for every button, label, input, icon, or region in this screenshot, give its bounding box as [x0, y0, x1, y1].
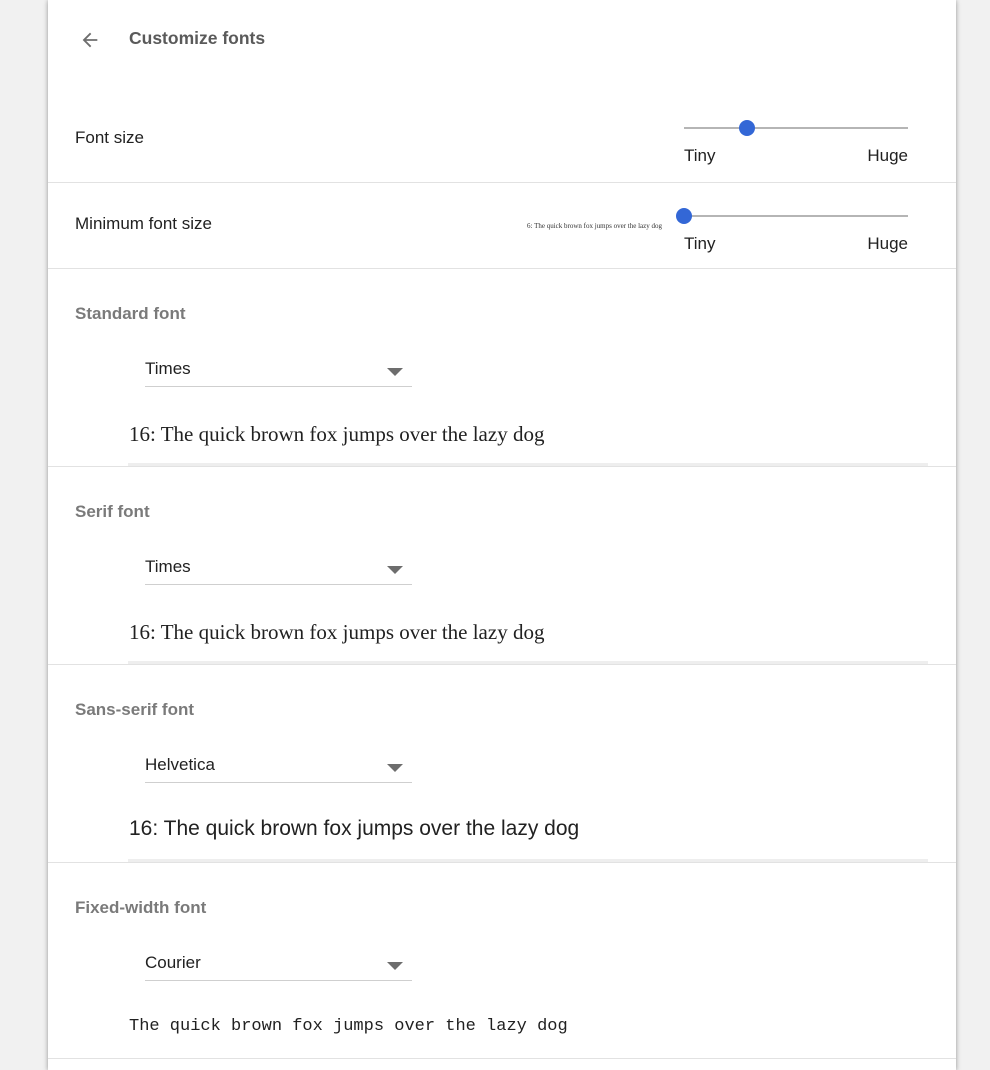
dropdown-arrow-icon [387, 566, 403, 574]
font-size-label: Font size [75, 128, 144, 147]
slider-track [684, 127, 908, 129]
settings-card: Customize fonts Font size Tiny Huge Mini… [48, 0, 956, 1070]
sans-serif-font-select[interactable]: Helvetica [145, 750, 412, 783]
divider [48, 268, 956, 269]
divider [48, 664, 956, 665]
standard-font-title: Standard font [75, 304, 186, 323]
fixed-width-font-title: Fixed-width font [75, 898, 207, 917]
font-size-slider[interactable] [684, 116, 908, 140]
divider [48, 466, 956, 467]
slider-track [684, 215, 908, 217]
serif-font-select[interactable]: Times [145, 552, 412, 585]
back-button[interactable] [72, 22, 108, 58]
select-value: Courier [145, 953, 201, 972]
divider [48, 1058, 956, 1059]
dropdown-arrow-icon [387, 962, 403, 970]
font-size-min-label: Tiny [684, 146, 716, 165]
serif-font-preview: 16: The quick brown fox jumps over the l… [129, 620, 545, 644]
font-size-max-label: Huge [867, 146, 908, 165]
sans-serif-font-preview: 16: The quick brown fox jumps over the l… [129, 817, 580, 840]
divider [48, 182, 956, 183]
page-title: Customize fonts [129, 28, 266, 48]
page-header: Customize fonts [48, 0, 956, 76]
minimum-font-size-label: Minimum font size [75, 214, 212, 233]
fixed-width-font-select[interactable]: Courier [145, 948, 412, 981]
minimum-font-size-preview: 6: The quick brown fox jumps over the la… [527, 222, 662, 230]
minimum-font-size-min-label: Tiny [684, 234, 716, 253]
standard-font-preview: 16: The quick brown fox jumps over the l… [129, 422, 545, 446]
minimum-font-size-max-label: Huge [867, 234, 908, 253]
sans-serif-font-title: Sans-serif font [75, 700, 195, 719]
divider [48, 862, 956, 863]
select-value: Helvetica [145, 755, 215, 774]
standard-font-select[interactable]: Times [145, 354, 412, 387]
select-value: Times [145, 359, 191, 378]
arrow-back-icon [82, 32, 98, 48]
dropdown-arrow-icon [387, 764, 403, 772]
fixed-width-font-preview: The quick brown fox jumps over the lazy … [129, 1017, 568, 1036]
slider-knob[interactable] [676, 208, 692, 224]
slider-knob[interactable] [738, 120, 755, 136]
select-value: Times [145, 557, 191, 576]
minimum-font-size-slider[interactable] [676, 204, 908, 228]
serif-font-title: Serif font [75, 502, 150, 521]
dropdown-arrow-icon [387, 368, 403, 376]
